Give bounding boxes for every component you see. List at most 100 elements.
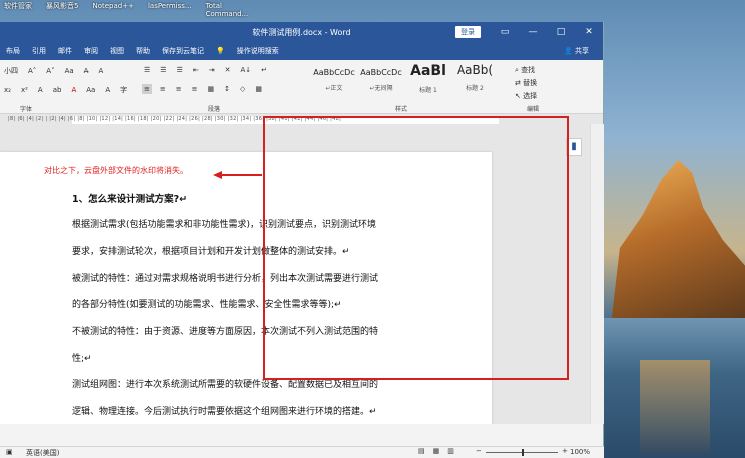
- desktop-shortcut-label[interactable]: 暴风影音5: [46, 2, 78, 20]
- share-button[interactable]: 👤 共享: [564, 46, 589, 56]
- vertical-scrollbar[interactable]: [590, 124, 604, 424]
- select-button[interactable]: ↖ 选择: [515, 90, 537, 103]
- minimize-button[interactable]: —: [519, 22, 547, 42]
- enclose-char-button[interactable]: A: [103, 85, 112, 95]
- distributed-button[interactable]: ▦: [206, 84, 217, 94]
- status-bar: ▣ 英语(美国) ▤ ▦ ▥ − + 100%: [0, 446, 604, 458]
- paragraph-row-2: ≡ ≡ ≡ ≡ ▦ ↕ ◇ ▦: [142, 84, 264, 94]
- annotation-arrow: [213, 171, 262, 179]
- increase-indent-button[interactable]: ⇥: [207, 65, 217, 75]
- tell-me-search[interactable]: 操作说明搜索: [237, 46, 279, 56]
- replace-label: 替换: [523, 79, 538, 87]
- font-row-1: 小四 A˄ A˅ Aa A̶ A: [2, 65, 105, 77]
- char-border-button[interactable]: A: [96, 66, 105, 76]
- doc-heading[interactable]: 1、怎么来设计测试方案?↵: [72, 191, 187, 205]
- replace-button[interactable]: ⇄ 替换: [515, 77, 537, 90]
- borders-button[interactable]: ▦: [253, 84, 264, 94]
- zoom-slider-thumb[interactable]: [522, 449, 524, 456]
- ribbon-tabs: 布局 引用 邮件 审阅 视图 帮助 保存到云笔记 💡 操作说明搜索 👤 共享: [0, 42, 603, 60]
- person-icon: 👤: [564, 47, 573, 55]
- font-size-select[interactable]: 小四: [2, 65, 20, 77]
- grow-font-button[interactable]: A˄: [26, 66, 38, 76]
- web-layout-icon[interactable]: ▥: [447, 447, 454, 455]
- share-label: 共享: [575, 47, 589, 55]
- close-button[interactable]: ✕: [575, 22, 603, 42]
- style-name: ↵正文: [325, 85, 343, 92]
- style-name: ↵无间隔: [369, 85, 393, 92]
- numbering-button[interactable]: ☰: [158, 65, 168, 75]
- style-no-spacing[interactable]: AaBbCcDc ↵无间隔: [359, 62, 403, 98]
- group-label-font: 字体: [20, 106, 33, 113]
- read-mode-icon[interactable]: ▤: [418, 447, 425, 455]
- multilevel-list-button[interactable]: ☰: [175, 65, 185, 75]
- replace-icon: ⇄: [515, 79, 521, 87]
- char-shading-button[interactable]: Aa: [84, 85, 97, 95]
- group-label-editing: 编辑: [527, 106, 540, 113]
- clear-format-button[interactable]: A̶: [82, 66, 91, 76]
- zoom-in-icon[interactable]: +: [562, 447, 568, 455]
- text-effects-button[interactable]: A: [36, 85, 45, 95]
- chinese-layout-button[interactable]: ✕: [223, 65, 233, 75]
- decrease-indent-button[interactable]: ⇤: [191, 65, 201, 75]
- phonetic-guide-button[interactable]: 字: [118, 84, 129, 96]
- ribbon: 小四 A˄ A˅ Aa A̶ A x₂ x² A ab A Aa A 字 ☰ ☰…: [0, 60, 603, 114]
- desktop-shortcut-label[interactable]: Total Command...: [206, 2, 252, 20]
- style-normal[interactable]: AaBbCcDc ↵正文: [312, 62, 356, 98]
- highlight-button[interactable]: ab: [51, 85, 64, 95]
- style-heading-2[interactable]: AaBb( 标题 2: [453, 62, 497, 98]
- editing-group: ⌕ 查找 ⇄ 替换 ↖ 选择: [515, 64, 537, 103]
- select-label: 选择: [523, 92, 538, 100]
- justify-button[interactable]: ≡: [190, 84, 200, 94]
- annotation-highlight-box: [263, 116, 569, 380]
- shading-button[interactable]: ◇: [238, 84, 247, 94]
- print-layout-icon[interactable]: ▦: [433, 447, 440, 455]
- sign-in-button[interactable]: 登录: [455, 26, 481, 38]
- shrink-font-button[interactable]: A˅: [44, 66, 56, 76]
- style-name: 标题 2: [466, 85, 484, 92]
- style-sample: AaBl: [410, 63, 446, 79]
- font-row-2: x₂ x² A ab A Aa A 字: [2, 84, 129, 96]
- zoom-level[interactable]: 100%: [570, 448, 590, 456]
- desktop-shortcut-label[interactable]: 软件管家: [4, 2, 32, 20]
- tab-layout[interactable]: 布局: [6, 46, 20, 56]
- doc-paragraph-line[interactable]: 性;↵: [72, 351, 92, 364]
- bullets-button[interactable]: ☰: [142, 65, 152, 75]
- window-controls: ▭ — □ ✕: [491, 22, 603, 42]
- find-button[interactable]: ⌕ 查找: [515, 64, 537, 77]
- title-bar: 软件测试用例.docx - Word 登录 ▭ — □ ✕: [0, 22, 603, 42]
- doc-paragraph-line[interactable]: 逻辑、物理连接。今后测试执行时需要依据这个组网图来进行环境的搭建。↵: [72, 404, 377, 417]
- style-name: 标题 1: [419, 87, 437, 94]
- line-spacing-button[interactable]: ↕: [222, 84, 232, 94]
- ribbon-display-options-button[interactable]: ▭: [491, 22, 519, 42]
- align-left-button[interactable]: ≡: [142, 84, 152, 94]
- tab-save-to-cloud-note[interactable]: 保存到云笔记: [162, 46, 204, 56]
- proofing-icon[interactable]: ▣: [6, 448, 13, 456]
- view-buttons: ▤ ▦ ▥: [418, 447, 454, 455]
- group-label-styles: 样式: [395, 106, 408, 113]
- annotation-text: 对比之下，云盘外部文件的水印将消失。: [44, 166, 188, 175]
- ribbon-group-labels: 字体 段落 样式 编辑: [0, 104, 604, 113]
- subscript-button[interactable]: x₂: [2, 85, 13, 95]
- find-label: 查找: [521, 66, 536, 74]
- zoom-out-icon[interactable]: −: [476, 447, 482, 455]
- style-sample: AaBbCcDc: [360, 68, 402, 77]
- align-center-button[interactable]: ≡: [158, 84, 168, 94]
- superscript-button[interactable]: x²: [19, 85, 30, 95]
- desktop-shortcut-label[interactable]: Notepad++: [92, 2, 133, 20]
- search-icon: ⌕: [515, 66, 519, 74]
- tab-review[interactable]: 审阅: [84, 46, 98, 56]
- language-indicator[interactable]: 英语(美国): [26, 448, 59, 458]
- maximize-button[interactable]: □: [547, 22, 575, 42]
- desktop-shortcuts: 软件管家 暴风影音5 Notepad++ lasPermiss... Total…: [0, 0, 745, 22]
- desktop-shortcut-label[interactable]: lasPermiss...: [148, 2, 192, 20]
- tab-references[interactable]: 引用: [32, 46, 46, 56]
- align-right-button[interactable]: ≡: [174, 84, 184, 94]
- change-case-button[interactable]: Aa: [63, 66, 76, 76]
- sort-button[interactable]: A↓: [238, 65, 253, 75]
- show-marks-button[interactable]: ↵: [259, 65, 269, 75]
- font-color-button[interactable]: A: [69, 85, 78, 95]
- tab-mailings[interactable]: 邮件: [58, 46, 72, 56]
- tab-view[interactable]: 视图: [110, 46, 124, 56]
- tab-help[interactable]: 帮助: [136, 46, 150, 56]
- style-heading-1[interactable]: AaBl 标题 1: [406, 62, 450, 98]
